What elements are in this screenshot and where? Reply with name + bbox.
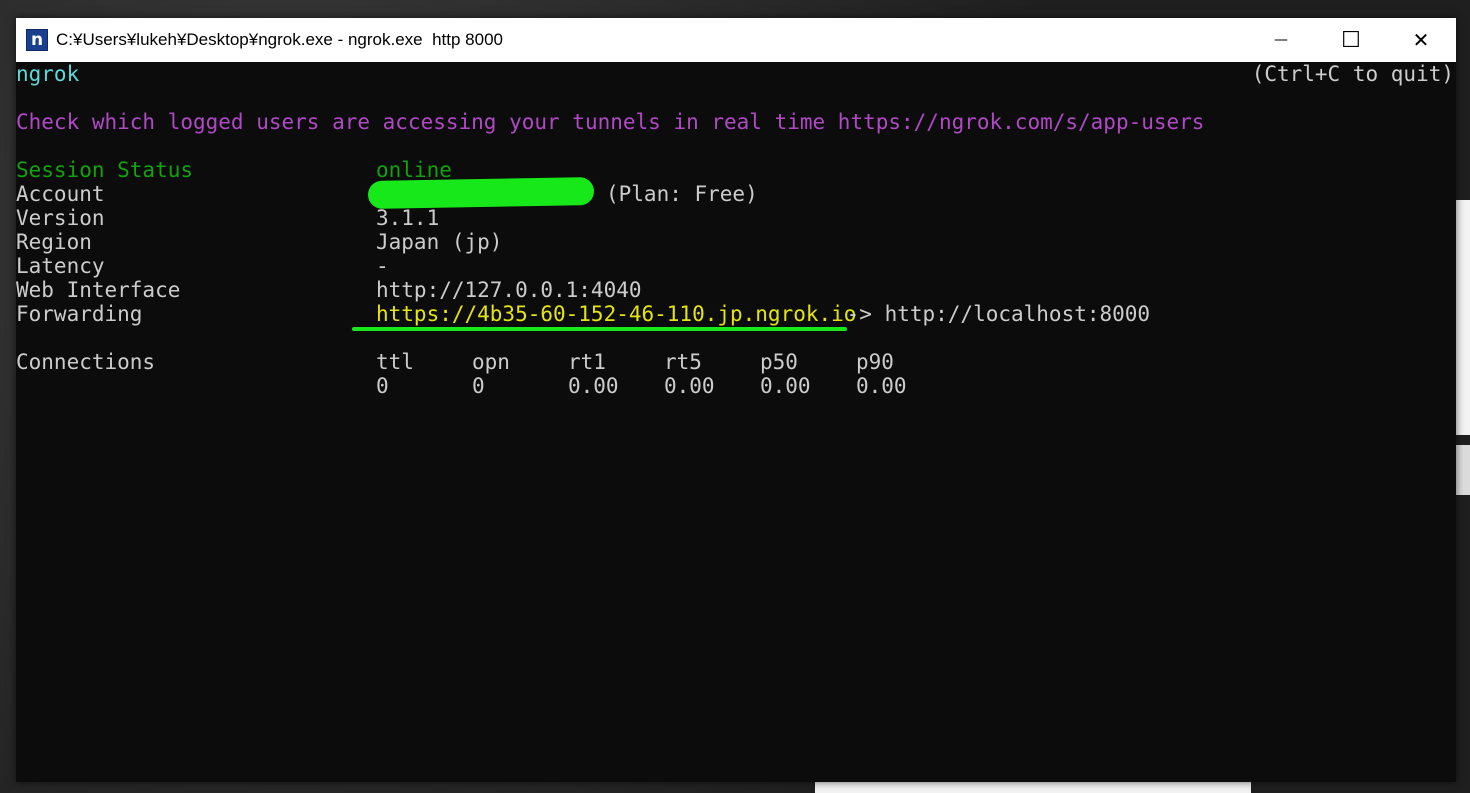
field-label-latency: Latency [16,254,105,278]
field-label-version: Version [16,206,105,230]
connections-header-rt1: rt1 [568,350,606,374]
field-label-forwarding: Forwarding [16,302,143,326]
connections-header-rt5: rt5 [664,350,702,374]
field-value-web-interface: http://127.0.0.1:4040 [376,278,642,302]
connections-header-p90: p90 [856,350,894,374]
window-controls: — ☐ ✕ [1246,18,1456,62]
app-name: ngrok [16,62,80,86]
banner-message: Check which logged users are accessing y… [16,110,1205,134]
window-title: C:¥Users¥lukeh¥Desktop¥ngrok.exe - ngrok… [56,30,503,49]
ngrok-console-window: n C:¥Users¥lukeh¥Desktop¥ngrok.exe - ngr… [16,18,1456,782]
field-label-session-status: Session Status [16,158,194,182]
field-label-web-interface: Web Interface [16,278,181,302]
close-icon: ✕ [1412,28,1430,52]
background-window-edge-lower [1456,445,1470,495]
connections-value-ttl: 0 [376,374,389,398]
forwarding-local-target: -> http://localhost:8000 [834,302,1151,326]
quit-hint: (Ctrl+C to quit) [1251,62,1454,86]
title-bar[interactable]: n C:¥Users¥lukeh¥Desktop¥ngrok.exe - ngr… [16,18,1456,62]
field-value-region: Japan (jp) [376,230,503,254]
connections-header-p50: p50 [760,350,798,374]
field-value-account: (Plan: Free) [606,182,758,206]
maximize-icon: ☐ [1341,27,1361,53]
connections-value-rt5: 0.00 [664,374,715,398]
field-value-latency: - [376,254,389,278]
field-label-account: Account [16,182,105,206]
connections-header-ttl: ttl [376,350,414,374]
forwarding-public-url[interactable]: https://4b35-60-152-46-110.jp.ngrok.io [376,302,856,326]
background-window-edge [1456,200,1470,435]
connections-value-opn: 0 [472,374,485,398]
highlighter-underline [352,327,847,331]
connections-header-opn: opn [472,350,510,374]
minimize-icon: — [1274,32,1288,48]
connections-label: Connections [16,350,156,374]
close-button[interactable]: ✕ [1386,18,1456,62]
redaction-mark [367,177,595,209]
minimize-button[interactable]: — [1246,18,1316,62]
ngrok-app-icon[interactable]: n [26,29,48,51]
connections-value-p90: 0.00 [856,374,907,398]
field-label-region: Region [16,230,92,254]
taskbar-window-edge [815,781,1251,793]
terminal-output[interactable]: ngrok (Ctrl+C to quit) Check which logge… [16,62,1456,782]
maximize-button[interactable]: ☐ [1316,18,1386,62]
field-value-session-status: online [376,158,452,182]
connections-value-p50: 0.00 [760,374,811,398]
field-value-version: 3.1.1 [376,206,440,230]
connections-value-rt1: 0.00 [568,374,619,398]
